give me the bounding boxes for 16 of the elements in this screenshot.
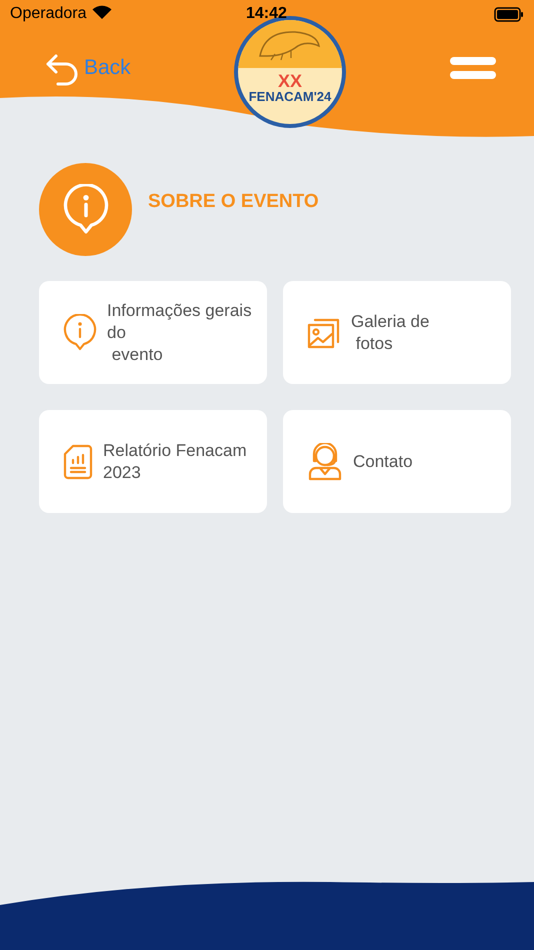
menu-card[interactable]: Contato (283, 410, 511, 513)
menu-button[interactable] (450, 57, 496, 79)
carrier-label: Operadora (10, 4, 86, 24)
section-title: SOBRE O EVENTO (148, 190, 319, 214)
menu-card[interactable]: Galeria de fotos (283, 281, 511, 384)
image-gallery-icon (307, 316, 341, 348)
logo-text: FENACAM'24 (248, 90, 332, 104)
wifi-icon (92, 5, 112, 20)
headset-person-icon (307, 442, 343, 480)
battery-icon (494, 6, 524, 22)
info-icon (63, 314, 97, 352)
status-time: 14:42 (246, 4, 287, 24)
menu-card[interactable]: Informações gerais do evento (39, 281, 267, 384)
logo-text: XX (278, 72, 302, 90)
document-chart-icon (63, 444, 93, 480)
menu-card[interactable]: Relatório Fenacam 2023 (39, 410, 267, 513)
